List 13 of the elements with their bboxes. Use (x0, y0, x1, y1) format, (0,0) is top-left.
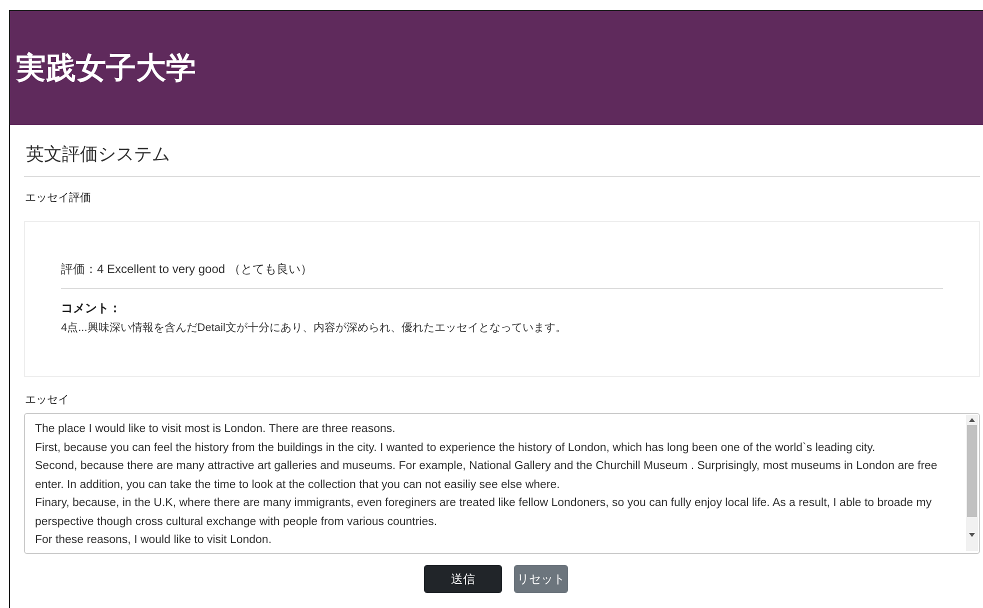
submit-button[interactable]: 送信 (424, 565, 502, 593)
scroll-down-icon[interactable] (969, 533, 975, 537)
section-label: エッセイ (25, 392, 70, 408)
section-label: エッセイ評価 (25, 191, 92, 206)
reset-button[interactable]: リセット (514, 565, 568, 593)
comment-text: 4点...興味深い情報を含んだDetail文が十分にあり、内容が深められ、優れたエッセイとなっています。 (61, 320, 568, 336)
scroll-thumb[interactable] (967, 425, 977, 517)
essay-field[interactable]: The place I would like to visit most is London. There are three reasons. First, because you can feel the history from the buildings in the city. I wanted to experience the history of London, which has long been one of the world`s leading city. Second, because there are many attractive art galleries and museums. For example, National Gallery and the Churchill Museum . Surprisingly, most museums in London are free enter. In addition, you can take the time to look at the collection that you can not easiliy see else where. Finary, because, in the U.K, where there are many immigrants, even foreginers are treated like fellow Londoners, so you can fully enjoy local life. As a result, I able to broade my perspective though cross cultural exchange with people from various countries. For these reasons, I would like to visit London. (24, 413, 980, 554)
comment-label: コメント： (61, 300, 122, 316)
page-title: 英文評価システム (26, 143, 171, 166)
university-title: 実践女子大学 (16, 50, 196, 86)
scrollbar[interactable] (966, 415, 978, 551)
rating-text: 評価：4 Excellent to very good （とても良い） (61, 260, 943, 288)
